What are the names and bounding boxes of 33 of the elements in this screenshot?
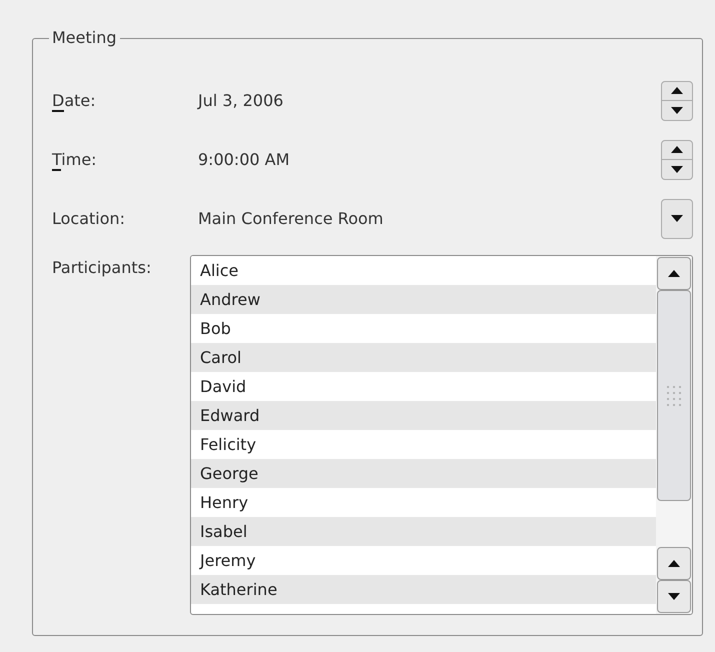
grip-icon: [667, 386, 681, 406]
scroll-down-button[interactable]: [657, 580, 691, 613]
scroll-up-button[interactable]: [657, 547, 691, 580]
spin-up-button[interactable]: [661, 140, 693, 160]
up-arrow-icon: [671, 146, 683, 153]
field-label: Participants:: [52, 257, 152, 279]
list-item[interactable]: Isabel: [191, 517, 656, 546]
scrollbar[interactable]: [656, 256, 692, 614]
down-arrow-icon: [671, 106, 683, 114]
list-item[interactable]: Edward: [191, 401, 656, 430]
down-arrow-icon: [668, 593, 680, 600]
up-arrow-icon: [668, 560, 680, 567]
down-arrow-icon: [671, 166, 683, 172]
field-value[interactable]: 9:00:00 AM: [198, 148, 661, 172]
spin-down-button[interactable]: [661, 100, 693, 120]
field-value[interactable]: Main Conference Room: [198, 206, 661, 230]
field-value[interactable]: Jul 3, 2006: [198, 88, 661, 112]
up-arrow-icon: [668, 270, 680, 277]
field-label: Date:: [52, 90, 97, 112]
list-item[interactable]: Katherine: [191, 575, 656, 604]
scroll-up-button[interactable]: [657, 257, 691, 290]
spin-down-button[interactable]: [661, 160, 693, 180]
list-item[interactable]: George: [191, 459, 656, 488]
list-item[interactable]: Andrew: [191, 285, 656, 314]
dropdown-button[interactable]: [661, 198, 693, 238]
scroll-thumb[interactable]: [657, 290, 691, 501]
field-label: Time:: [52, 148, 98, 172]
list-item[interactable]: Carol: [191, 343, 656, 372]
down-arrow-icon: [671, 215, 683, 222]
spin-up-button[interactable]: [661, 80, 693, 100]
participants-list[interactable]: Alice Andrew Bob Carol David Edward Felicity George Henry Isabel Jeremy Katherine: [190, 255, 693, 615]
up-arrow-icon: [671, 87, 683, 94]
field-label: Location:: [52, 208, 126, 230]
